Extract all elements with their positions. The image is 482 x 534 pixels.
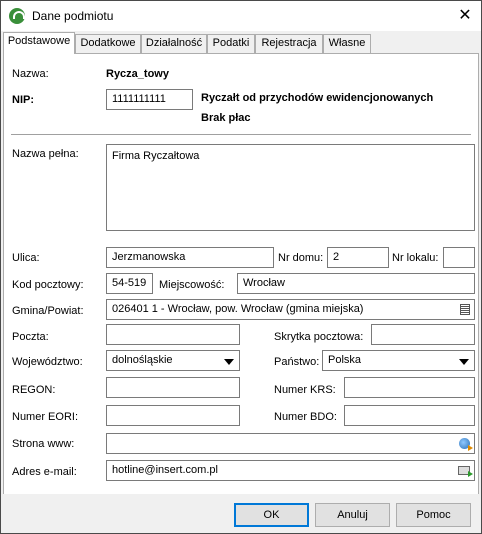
cancel-button[interactable]: Anuluj (315, 503, 390, 527)
nr-domu-label: Nr domu: (278, 252, 324, 264)
tab-panel-podstawowe: Nazwa: Rycza_towy NIP: 1111111111 Ryczał… (3, 53, 479, 495)
ulica-field[interactable]: Jerzmanowska (106, 247, 274, 268)
ok-button[interactable]: OK (234, 503, 309, 527)
list-icon[interactable] (460, 304, 470, 315)
tab-rejestracja[interactable]: Rejestracja (255, 34, 323, 53)
panstwo-value: Polska (328, 354, 362, 366)
poczta-label: Poczta: (12, 331, 49, 343)
ulica-label: Ulica: (12, 252, 40, 264)
kod-label: Kod pocztowy: (12, 279, 84, 291)
mail-icon[interactable] (458, 466, 473, 477)
nr-lokalu-field[interactable] (443, 247, 475, 268)
gmina-field[interactable]: 026401 1 - Wrocław, pow. Wrocław (gmina … (106, 299, 475, 320)
tab-wlasne[interactable]: Własne (323, 34, 371, 53)
email-value: hotline@insert.com.pl (112, 464, 218, 476)
kod-field[interactable]: 54-519 (106, 273, 153, 294)
nazwa-label: Nazwa: (12, 68, 49, 80)
nazwa-pelna-label: Nazwa pełna: (12, 148, 79, 160)
dialog-window: Dane podmiotu ✕ Podstawowe Dodatkowe Dzi… (0, 0, 482, 534)
www-label: Strona www: (12, 438, 75, 450)
panstwo-label: Państwo: (274, 356, 320, 368)
email-field[interactable]: hotline@insert.com.pl (106, 460, 475, 481)
separator (11, 134, 471, 135)
skrytka-label: Skrytka pocztowa: (274, 331, 364, 343)
gmina-value: 026401 1 - Wrocław, pow. Wrocław (gmina … (112, 303, 364, 315)
tab-podatki[interactable]: Podatki (207, 34, 255, 53)
tab-podstawowe[interactable]: Podstawowe (3, 32, 75, 54)
eori-label: Numer EORI: (12, 411, 79, 423)
poczta-field[interactable] (106, 324, 240, 345)
gmina-label: Gmina/Powiat: (12, 305, 84, 317)
wojewodztwo-label: Województwo: (12, 356, 83, 368)
app-logo-icon (9, 8, 25, 24)
wojewodztwo-value: dolnośląskie (112, 354, 173, 366)
tax-info-line1: Ryczałt od przychodów ewidencjonowanych (201, 92, 434, 104)
wojewodztwo-select[interactable]: dolnośląskie (106, 350, 240, 371)
regon-field[interactable] (106, 377, 240, 398)
nr-domu-field[interactable]: 2 (327, 247, 389, 268)
eori-field[interactable] (106, 405, 240, 426)
globe-icon[interactable] (459, 438, 473, 451)
www-field[interactable] (106, 433, 475, 454)
chevron-down-icon[interactable] (459, 359, 469, 365)
close-icon[interactable]: ✕ (453, 5, 477, 27)
nazwa-value: Rycza_towy (106, 68, 169, 80)
miejscowosc-field[interactable]: Wrocław (237, 273, 475, 294)
tax-info-line2: Brak płac (201, 112, 251, 124)
help-button[interactable]: Pomoc (396, 503, 471, 527)
regon-label: REGON: (12, 384, 56, 396)
skrytka-field[interactable] (371, 324, 475, 345)
chevron-down-icon[interactable] (224, 359, 234, 365)
bdo-label: Numer BDO: (274, 411, 337, 423)
bdo-field[interactable] (344, 405, 475, 426)
email-label: Adres e-mail: (12, 466, 77, 478)
nip-field[interactable]: 1111111111 (106, 89, 193, 110)
window-title: Dane podmiotu (32, 9, 114, 23)
nazwa-pelna-field[interactable]: Firma Ryczałtowa (106, 144, 475, 231)
krs-field[interactable] (344, 377, 475, 398)
panstwo-select[interactable]: Polska (322, 350, 475, 371)
krs-label: Numer KRS: (274, 384, 336, 396)
nip-label: NIP: (12, 94, 34, 106)
miejscowosc-label: Miejscowość: (159, 279, 225, 291)
tab-dzialalnosc[interactable]: Działalność (141, 34, 207, 53)
tab-dodatkowe[interactable]: Dodatkowe (75, 34, 141, 53)
nr-lokalu-label: Nr lokalu: (392, 252, 439, 264)
title-bar: Dane podmiotu ✕ (1, 1, 481, 31)
